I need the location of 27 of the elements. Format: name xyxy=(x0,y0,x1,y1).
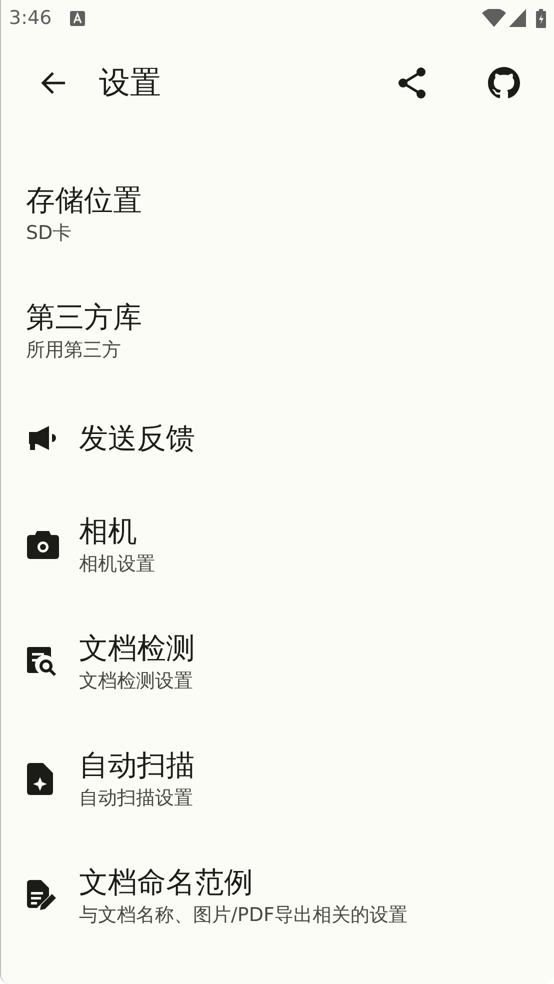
setting-title[interactable]: 文档检测 xyxy=(79,628,195,666)
status-time: 3:46 xyxy=(9,6,52,31)
battery-icon xyxy=(536,8,546,28)
page-title: 设置 xyxy=(99,64,161,103)
setting-subtitle: 文档检测设置 xyxy=(79,668,194,694)
setting-title[interactable]: 文档命名范例 xyxy=(79,862,408,900)
setting-subtitle: 相机设置 xyxy=(79,552,155,576)
share-icon xyxy=(397,67,427,99)
keyboard-notification-icon xyxy=(70,10,85,26)
document-sparkle-icon xyxy=(27,762,53,794)
setting-subtitle: 所用第三方 xyxy=(26,338,122,362)
document-edit-icon xyxy=(27,880,57,912)
signal-icon xyxy=(509,9,526,27)
setting-subtitle: SD卡 xyxy=(26,220,73,246)
setting-subtitle: 与文档名称、图片/PDF导出相关的设置 xyxy=(79,902,408,928)
back-arrow-icon xyxy=(40,71,66,95)
wifi-icon xyxy=(482,9,506,27)
setting-title[interactable]: 发送反馈 xyxy=(79,418,195,456)
document-search-icon xyxy=(27,646,57,676)
camera-icon xyxy=(27,530,59,558)
setting-title[interactable]: 第三方库 xyxy=(26,298,142,336)
setting-title[interactable]: 相机 xyxy=(79,512,155,550)
megaphone-icon xyxy=(27,424,59,450)
setting-title[interactable]: 自动扫描 xyxy=(79,746,195,784)
setting-title[interactable]: 存储位置 xyxy=(26,180,142,218)
github-icon xyxy=(488,67,520,99)
setting-subtitle: 自动扫描设置 xyxy=(79,786,194,810)
